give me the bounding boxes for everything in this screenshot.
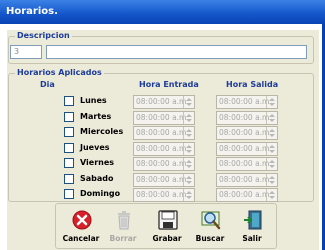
magnifier-icon [201, 211, 221, 230]
borrar-label: Borrar [109, 234, 137, 243]
time-value: 08:00:00 a.m. [219, 113, 272, 122]
time-value: 08:00:00 a.m. [219, 144, 272, 153]
spin-arrows-icon [183, 112, 194, 124]
time-value: 08:00:00 a.m. [219, 128, 272, 137]
floppy-disk-icon [158, 210, 178, 230]
horarios-group: Horarios Aplicados Dia Hora Entrada Hora… [8, 68, 314, 202]
viernes-hora-entrada: 08:00:00 a.m. [133, 157, 195, 171]
descripcion-legend: Descripcion [15, 31, 72, 41]
viernes-checkbox[interactable] [64, 158, 74, 168]
domingo-hora-salida: 08:00:00 a.m. [216, 188, 278, 202]
time-value: 08:00:00 a.m. [219, 97, 272, 106]
jueves-hora-entrada: 08:00:00 a.m. [133, 142, 195, 156]
sabado-hora-salida: 08:00:00 a.m. [216, 173, 278, 187]
window-title: Horarios. [6, 6, 58, 17]
lunes-hora-entrada: 08:00:00 a.m. [133, 95, 195, 109]
time-value: 08:00:00 a.m. [136, 128, 189, 137]
day-label: Miercoles [80, 127, 124, 136]
descripcion-id-field: 3 [10, 45, 42, 59]
time-value: 08:00:00 a.m. [136, 144, 189, 153]
day-label: Viernes [80, 158, 115, 167]
descripcion-group: Descripcion 3 [8, 31, 314, 64]
borrar-button[interactable]: Borrar [104, 208, 142, 246]
dia-column-header: Dia [40, 80, 55, 89]
time-value: 08:00:00 a.m. [136, 113, 189, 122]
spin-arrows-icon [183, 189, 194, 201]
day-label: Martes [80, 112, 112, 121]
day-label: Lunes [80, 96, 107, 105]
time-value: 08:00:00 a.m. [219, 159, 272, 168]
spin-arrows-icon [183, 96, 194, 108]
miercoles-checkbox[interactable] [64, 127, 74, 137]
hora-salida-column-header: Hora Salida [226, 80, 279, 89]
time-value: 08:00:00 a.m. [136, 159, 189, 168]
spin-arrows-icon [266, 158, 277, 170]
action-toolbar: Cancelar Borrar Grabar Buscar Salir [55, 203, 277, 249]
spin-arrows-icon [183, 174, 194, 186]
lunes-hora-salida: 08:00:00 a.m. [216, 95, 278, 109]
spin-arrows-icon [266, 112, 277, 124]
day-label: Jueves [80, 143, 110, 152]
spin-arrows-icon [266, 96, 277, 108]
salir-button[interactable]: Salir [233, 208, 271, 246]
cancelar-button[interactable]: Cancelar [62, 208, 100, 246]
cancel-x-icon [72, 210, 92, 230]
miercoles-hora-entrada: 08:00:00 a.m. [133, 126, 195, 140]
spin-arrows-icon [183, 127, 194, 139]
spin-arrows-icon [266, 127, 277, 139]
spin-arrows-icon [183, 143, 194, 155]
jueves-checkbox[interactable] [64, 143, 74, 153]
spin-arrows-icon [266, 143, 277, 155]
descripcion-text-field[interactable] [46, 45, 307, 59]
hora-entrada-column-header: Hora Entrada [139, 80, 199, 89]
time-value: 08:00:00 a.m. [219, 175, 272, 184]
martes-hora-salida: 08:00:00 a.m. [216, 111, 278, 125]
time-value: 08:00:00 a.m. [219, 190, 272, 199]
buscar-button[interactable]: Buscar [191, 208, 229, 246]
martes-hora-entrada: 08:00:00 a.m. [133, 111, 195, 125]
spin-arrows-icon [266, 189, 277, 201]
time-value: 08:00:00 a.m. [136, 175, 189, 184]
time-value: 08:00:00 a.m. [136, 97, 189, 106]
viernes-hora-salida: 08:00:00 a.m. [216, 157, 278, 171]
title-bar[interactable]: Horarios. [0, 0, 325, 24]
horarios-window: Horarios. Descripcion 3 Horarios Aplicad… [0, 0, 325, 250]
exit-door-icon [244, 210, 262, 230]
time-value: 08:00:00 a.m. [136, 190, 189, 199]
cancelar-label: Cancelar [62, 234, 100, 243]
martes-checkbox[interactable] [64, 112, 74, 122]
buscar-label: Buscar [195, 234, 225, 243]
sabado-hora-entrada: 08:00:00 a.m. [133, 173, 195, 187]
spin-arrows-icon [183, 158, 194, 170]
spin-arrows-icon [266, 174, 277, 186]
salir-label: Salir [242, 234, 262, 243]
day-label: Sabado [80, 174, 114, 183]
domingo-checkbox[interactable] [64, 189, 74, 199]
day-label: Domingo [80, 189, 121, 198]
sabado-checkbox[interactable] [64, 174, 74, 184]
trash-icon [118, 211, 130, 230]
horarios-legend: Horarios Aplicados [15, 68, 104, 78]
grabar-button[interactable]: Grabar [148, 208, 186, 246]
miercoles-hora-salida: 08:00:00 a.m. [216, 126, 278, 140]
domingo-hora-entrada: 08:00:00 a.m. [133, 188, 195, 202]
grabar-label: Grabar [152, 234, 182, 243]
lunes-checkbox[interactable] [64, 96, 74, 106]
jueves-hora-salida: 08:00:00 a.m. [216, 142, 278, 156]
